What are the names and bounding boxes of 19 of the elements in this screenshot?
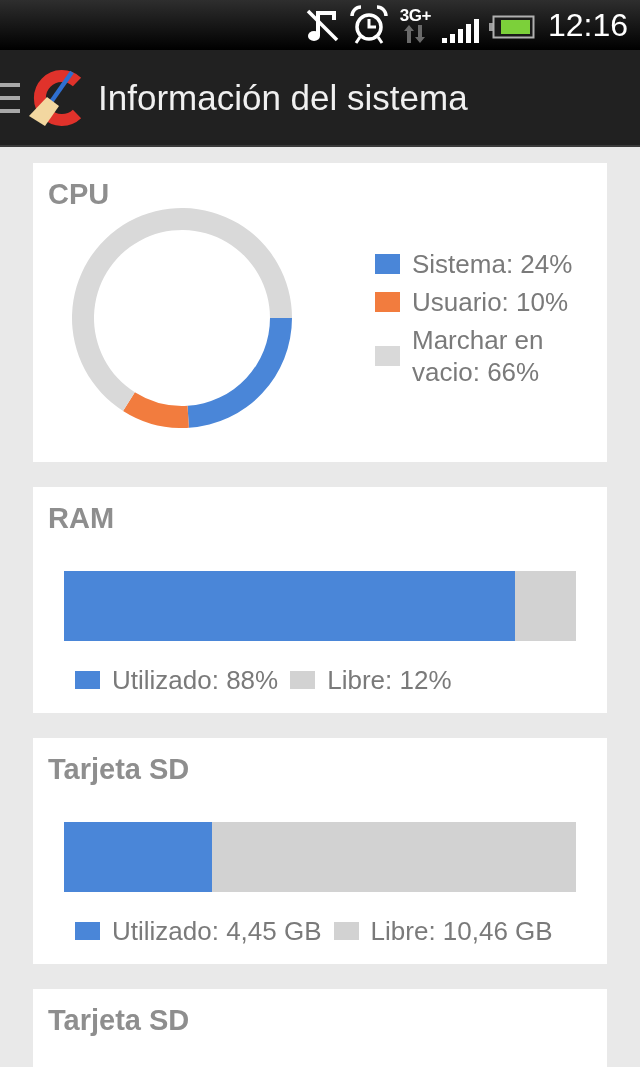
legend-label: Libre: 12% xyxy=(327,664,452,696)
data-arrows-icon xyxy=(403,25,428,43)
alarm-clock-icon xyxy=(348,5,389,45)
screen-title: Información del sistema xyxy=(98,77,468,118)
card-title: RAM xyxy=(48,501,116,535)
network-type: 3G+ xyxy=(399,7,431,25)
legend-label: Marchar en vacio: 66% xyxy=(412,324,545,388)
card-title: Tarjeta SD xyxy=(48,1003,191,1037)
battery-icon xyxy=(488,15,535,39)
legend-label: Libre: 10,46 GB xyxy=(370,915,553,947)
card-title: Tarjeta SD xyxy=(48,752,191,786)
signal-bars-icon xyxy=(441,19,480,43)
menu-icon[interactable] xyxy=(0,82,20,113)
legend-label: Utilizado: 88% xyxy=(112,664,279,696)
status-time: 12:16 xyxy=(547,6,628,44)
legend-label: Utilizado: 4,45 GB xyxy=(112,915,322,947)
card-title: CPU xyxy=(48,177,111,211)
legend-label: Usuario: 10% xyxy=(412,286,569,318)
legend-label: Sistema: 24% xyxy=(412,248,573,280)
